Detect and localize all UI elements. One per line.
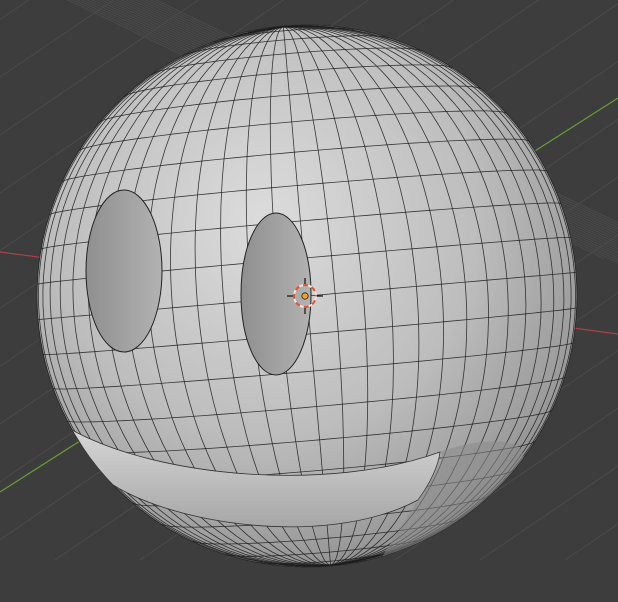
viewport-scene[interactable] <box>0 0 618 602</box>
left-eye-hole[interactable] <box>85 189 163 353</box>
3d-viewport[interactable] <box>0 0 618 602</box>
object-origin-dot <box>301 292 309 300</box>
right-eye-hole[interactable] <box>240 212 312 376</box>
